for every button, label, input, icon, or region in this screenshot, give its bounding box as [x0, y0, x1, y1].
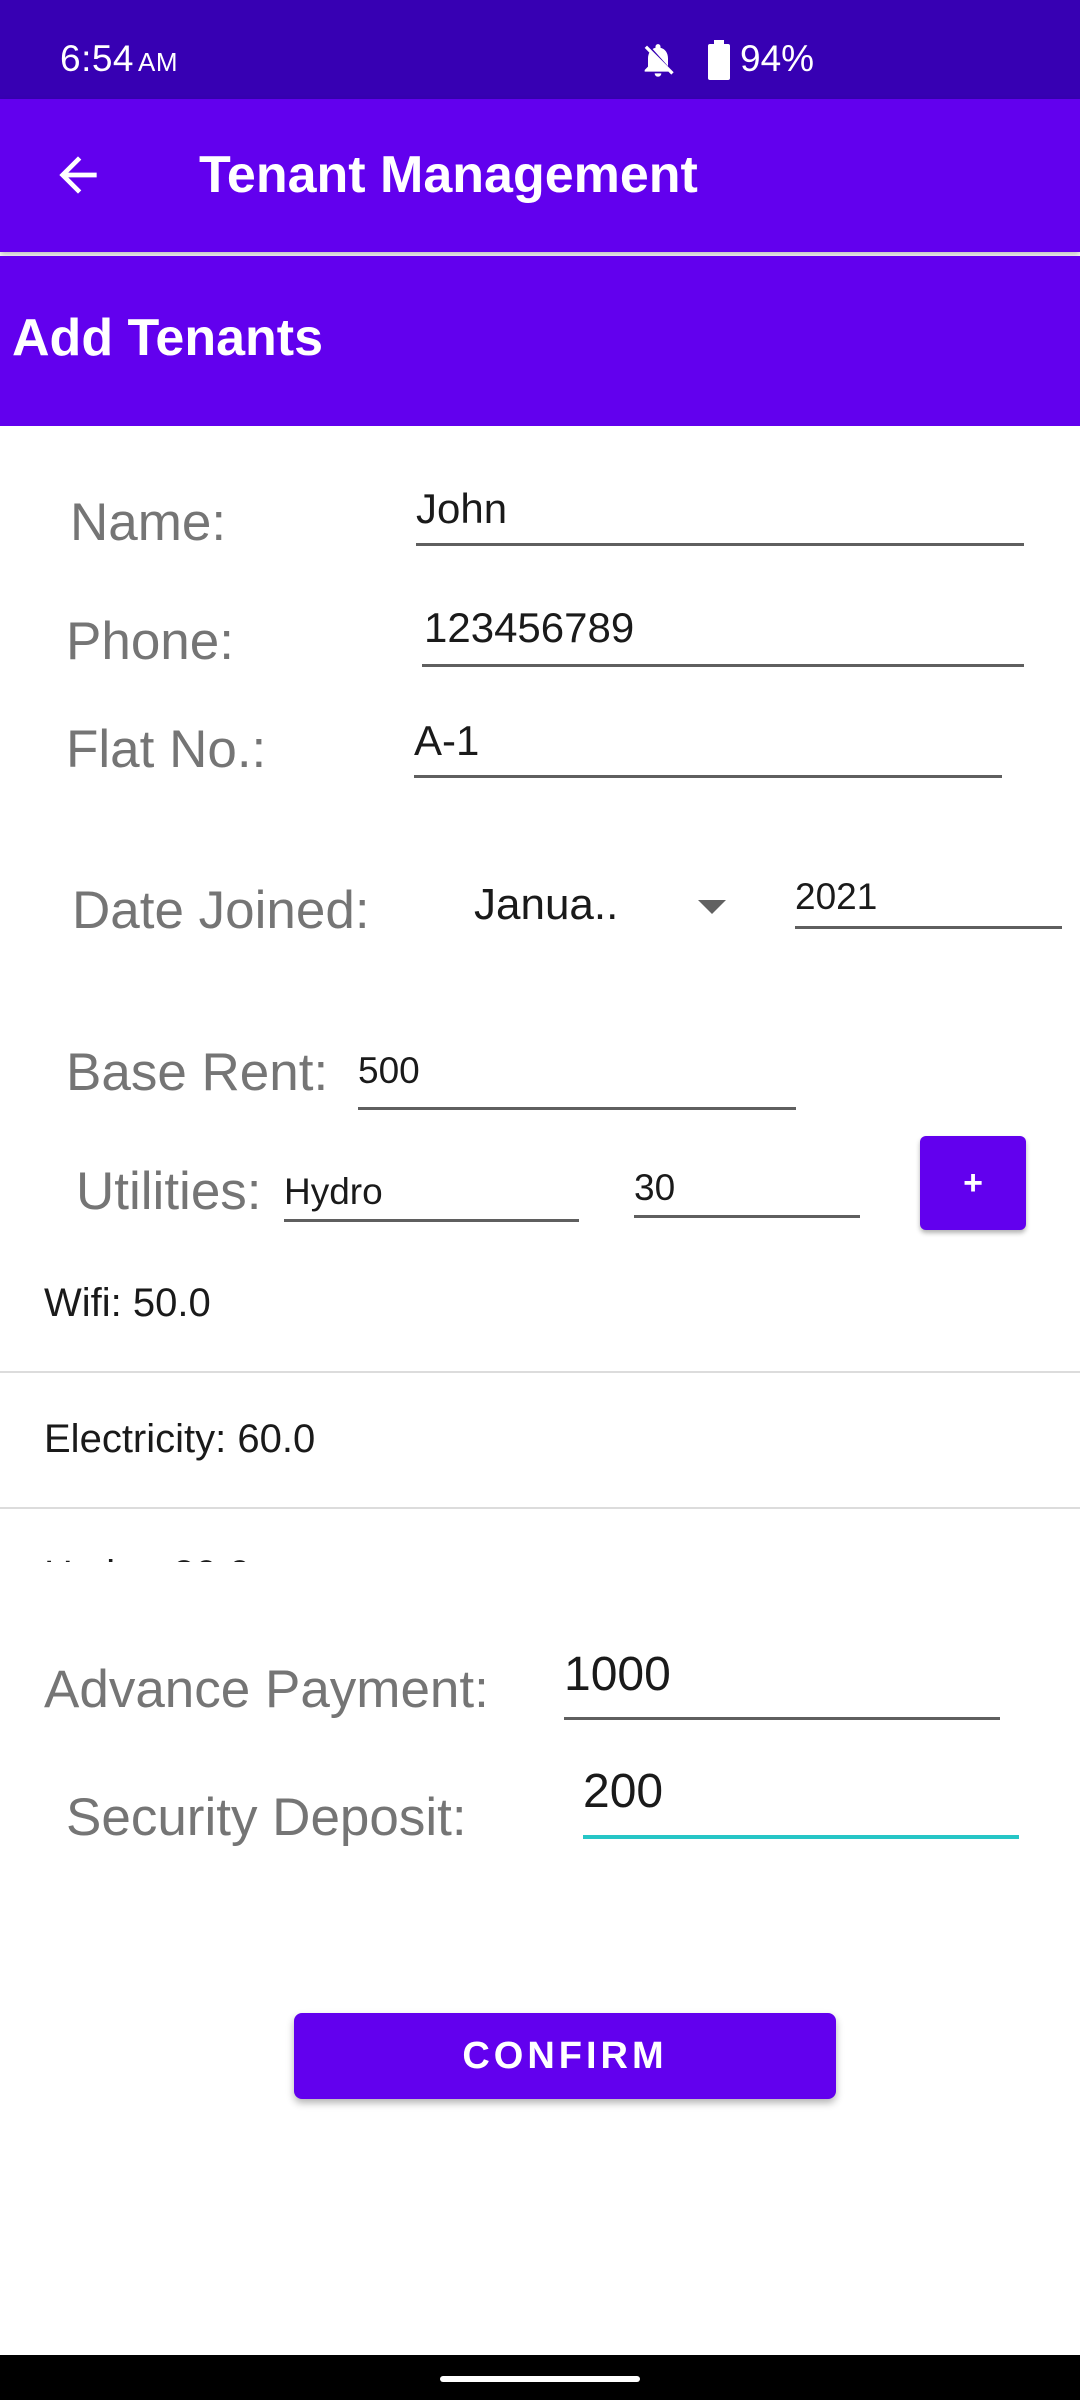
app-bar: Tenant Management	[0, 99, 1080, 252]
date-joined-label: Date Joined:	[72, 881, 370, 940]
list-item-text: Wifi: 50.0	[44, 1281, 211, 1325]
dropdown-arrow-icon	[698, 900, 726, 914]
list-item-text: Electricity: 60.0	[44, 1417, 316, 1461]
base-rent-field[interactable]: 500	[358, 1046, 796, 1110]
bell-off-icon	[644, 44, 674, 77]
battery-percent: 94%	[740, 38, 815, 79]
app-title: Tenant Management	[199, 146, 698, 204]
list-item[interactable]: Wifi: 50.0	[0, 1238, 1080, 1373]
name-field[interactable]: John	[416, 484, 1024, 546]
home-gesture-handle[interactable]	[440, 2376, 640, 2382]
list-item[interactable]: Electricity: 60.0	[0, 1374, 1080, 1509]
status-time-value: 6:54	[60, 38, 135, 79]
add-utility-button[interactable]: +	[920, 1136, 1026, 1230]
security-deposit-label: Security Deposit:	[66, 1788, 467, 1847]
battery-icon	[708, 40, 730, 80]
status-time: 6:54 AM	[60, 38, 178, 80]
advance-payment-field[interactable]: 1000	[564, 1650, 1000, 1720]
list-item-text: Hydro: 30.0	[44, 1550, 251, 1562]
phone-label: Phone:	[66, 612, 234, 671]
status-ampm: AM	[138, 47, 179, 77]
list-item[interactable]: Hydro: 30.0	[0, 1510, 1080, 1562]
flat-label: Flat No.:	[66, 720, 267, 779]
month-spinner-value: Janua..	[474, 880, 619, 929]
section-header: Add Tenants	[0, 256, 1080, 426]
flat-field[interactable]: A-1	[414, 716, 1002, 778]
status-bar: 6:54 AM 94%	[0, 0, 1080, 99]
base-rent-label: Base Rent:	[66, 1043, 329, 1102]
arrow-left-icon[interactable]	[50, 147, 106, 203]
year-field[interactable]: 2021	[795, 872, 1062, 929]
navigation-bar	[0, 2355, 1080, 2400]
month-spinner[interactable]: Janua..	[460, 876, 740, 936]
phone-field[interactable]: 123456789	[422, 603, 1024, 667]
utilities-label: Utilities:	[76, 1162, 262, 1221]
name-label: Name:	[70, 493, 227, 552]
utility-name-field[interactable]: Hydro	[284, 1167, 579, 1222]
confirm-button[interactable]: CONFIRM	[294, 2013, 836, 2099]
utility-amount-field[interactable]: 30	[634, 1163, 860, 1218]
security-deposit-field[interactable]: 200	[583, 1767, 1019, 1839]
advance-payment-label: Advance Payment:	[44, 1660, 489, 1719]
section-title: Add Tenants	[12, 309, 324, 367]
